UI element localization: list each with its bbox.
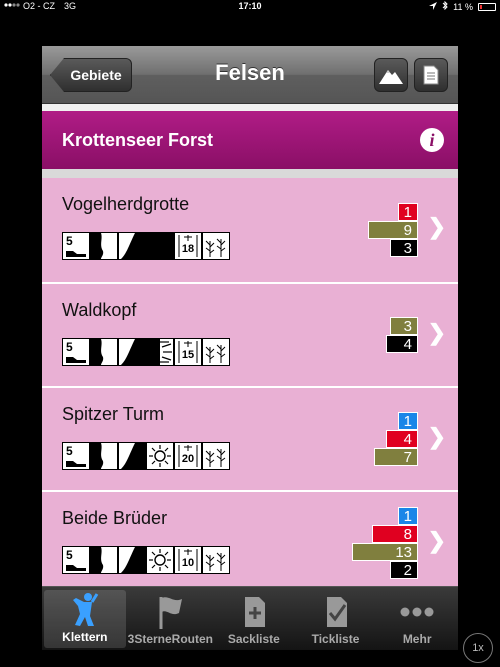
tab-tickliste[interactable]: Tickliste [295, 587, 377, 650]
tab-klettern[interactable]: Klettern [44, 590, 126, 648]
route-count-bar: 9 [368, 221, 418, 239]
route-counts: 34 [386, 284, 418, 386]
battery-icon [478, 2, 496, 11]
grade-badge: 5 [62, 232, 90, 260]
tab-label: Mehr [402, 632, 432, 646]
rock-face-icon [90, 338, 118, 366]
shade-icon [146, 232, 174, 260]
rock-face-icon [90, 232, 118, 260]
rock-slope-icon [118, 338, 146, 366]
height-value: 10 [181, 557, 195, 569]
add-document-icon [239, 594, 269, 630]
app-window: Gebiete Felsen Krottenseer Forst i Vogel… [42, 46, 458, 650]
route-count-bar: 13 [352, 543, 418, 561]
grade-badge: 5 [62, 546, 90, 574]
route-count-bar: 7 [374, 448, 418, 466]
chevron-right-icon: ❯ [427, 424, 446, 449]
tab-sackliste[interactable]: Sackliste [213, 587, 295, 650]
rock-face-icon [90, 546, 118, 574]
sun-icon [146, 546, 174, 574]
shoe-icon [66, 357, 86, 363]
route-count-bar: 1 [398, 412, 418, 430]
trees-icon [202, 338, 230, 366]
climber-icon [70, 592, 100, 628]
half-sun-icon [146, 338, 174, 366]
tab-label: Tickliste [311, 632, 360, 646]
navigation-bar: Gebiete Felsen [42, 46, 458, 104]
route-count-bar: 3 [390, 239, 418, 257]
map-button[interactable] [374, 58, 408, 92]
rock-badges: 5 10 [62, 546, 230, 574]
document-button[interactable] [414, 58, 448, 92]
rock-face-icon [90, 442, 118, 470]
trees-icon [202, 232, 230, 260]
rock-slope-icon [118, 546, 146, 574]
height-badge: 18 [174, 232, 202, 260]
sun-icon [146, 442, 174, 470]
shoe-icon [66, 251, 86, 257]
rock-slope-icon [118, 442, 146, 470]
route-counts: 193 [368, 178, 418, 282]
tab-3sternerouten[interactable]: 3SterneRouten [128, 587, 213, 650]
status-bar: O2 - CZ 3G 17:10 11 % [0, 0, 500, 14]
more-dots-icon [399, 594, 435, 630]
status-time: 17:10 [238, 1, 262, 11]
rock-name: Vogelherdgrotte [62, 194, 190, 214]
route-count-bar: 4 [386, 430, 418, 448]
height-value: 15 [181, 349, 195, 361]
rock-list: Vogelherdgrotte 5 18 193 ❯ Waldkopf 5 15 3… [42, 178, 458, 594]
rock-name: Spitzer Turm [62, 404, 165, 424]
chevron-right-icon: ❯ [427, 214, 446, 239]
rock-row[interactable]: Waldkopf 5 15 34 ❯ [42, 282, 458, 386]
route-count-bar: 1 [398, 507, 418, 525]
rock-row[interactable]: Spitzer Turm 5 20 147 ❯ [42, 386, 458, 490]
mountain-icon [379, 70, 403, 84]
header-gap [42, 104, 458, 111]
height-badge: 20 [174, 442, 202, 470]
route-count-bar: 8 [372, 525, 418, 543]
flag-icon [155, 594, 185, 630]
rock-badges: 5 18 [62, 232, 230, 260]
chevron-right-icon: ❯ [427, 528, 446, 553]
route-count-bar: 2 [390, 561, 418, 579]
tab-label: Sackliste [227, 632, 280, 646]
bluetooth-icon [442, 0, 448, 12]
tab-bar: Klettern 3SterneRouten Sackliste Tickliste M… [42, 586, 458, 650]
rock-name: Beide Brüder [62, 508, 168, 528]
height-value: 18 [181, 243, 195, 255]
chevron-right-icon: ❯ [427, 320, 446, 345]
grade-badge: 5 [62, 338, 90, 366]
tab-mehr[interactable]: Mehr [376, 587, 458, 650]
route-count-bar: 3 [390, 317, 418, 335]
shoe-icon [66, 461, 86, 467]
trees-icon [202, 442, 230, 470]
height-value: 20 [181, 453, 195, 465]
info-icon[interactable]: i [420, 128, 444, 152]
route-count-bar: 4 [386, 335, 418, 353]
grade-badge: 5 [62, 442, 90, 470]
rock-badges: 5 20 [62, 442, 230, 470]
shoe-icon [66, 565, 86, 571]
height-badge: 10 [174, 546, 202, 574]
rock-row[interactable]: Beide Brüder 5 10 1 8 13 2 ❯ [42, 490, 458, 594]
route-count-bar: 1 [398, 203, 418, 221]
check-document-icon [321, 594, 351, 630]
rock-slope-icon [118, 232, 146, 260]
rock-name: Waldkopf [62, 300, 137, 320]
zoom-button[interactable]: 1x [463, 633, 493, 663]
rock-badges: 5 15 [62, 338, 230, 366]
route-counts: 147 [374, 388, 418, 490]
route-counts: 1 8 13 2 [352, 492, 418, 594]
trees-icon [202, 546, 230, 574]
area-header: Krottenseer Forst i [42, 111, 458, 169]
area-name: Krottenseer Forst [62, 129, 214, 150]
tab-label: Klettern [62, 630, 108, 644]
location-icon [429, 1, 438, 12]
document-icon [423, 65, 439, 85]
height-badge: 15 [174, 338, 202, 366]
tab-label: 3SterneRouten [127, 632, 214, 646]
battery-percent: 11 % [453, 1, 473, 12]
rock-row[interactable]: Vogelherdgrotte 5 18 193 ❯ [42, 178, 458, 282]
